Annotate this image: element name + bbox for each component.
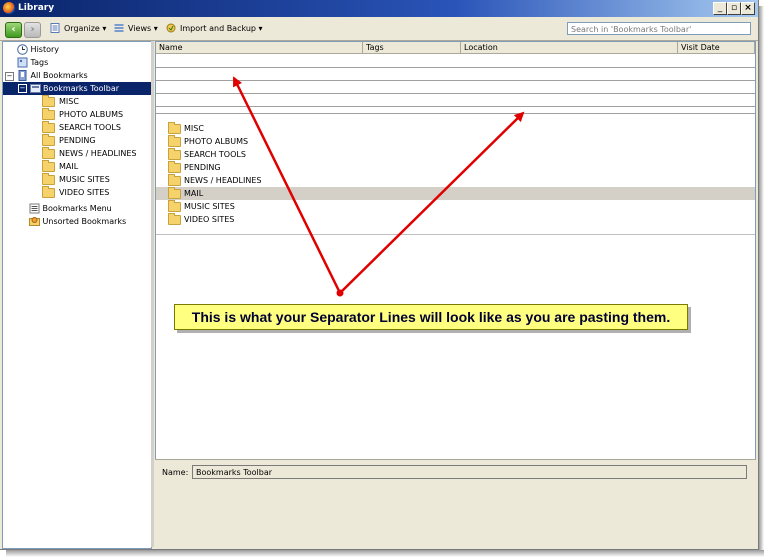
row-name: MAIL [184,189,204,198]
menu-icon [29,203,40,214]
organize-menu[interactable]: Organize ▾ [64,24,106,33]
back-button[interactable]: ‹ [5,22,22,38]
table-row[interactable]: MUSIC SITES [156,199,755,213]
window-shadow-right [759,6,764,555]
row-name: PENDING [184,163,221,172]
separator-row[interactable] [156,101,755,114]
folder-icon [42,133,55,146]
all-bookmarks-expander[interactable]: − [5,72,14,81]
bookmarks-toolbar-expander[interactable]: − [18,84,27,93]
column-name[interactable]: Name [156,42,363,54]
folder-icon [168,160,181,173]
search-input[interactable]: Search in 'Bookmarks Toolbar' [567,22,751,35]
row-name: VIDEO SITES [184,215,235,224]
sidebar-folder-item[interactable]: MISC [42,94,79,108]
close-button[interactable]: × [741,2,755,15]
details-pane: Name: Bookmarks Toolbar [155,459,756,548]
toolbar-folder-icon [30,84,41,93]
name-label: Name: [162,468,189,477]
organize-icon [50,23,60,33]
window-title: Library [18,3,55,13]
name-field[interactable]: Bookmarks Toolbar [192,465,747,479]
table-row[interactable]: MAIL [156,186,755,200]
annotation-callout: This is what your Separator Lines will l… [174,304,688,330]
table-row[interactable]: PHOTO ALBUMS [156,134,755,148]
table-row[interactable]: NEWS / HEADLINES [156,173,755,187]
folder-icon [168,147,181,160]
row-name: NEWS / HEADLINES [184,176,262,185]
sidebar-item-all-bookmarks[interactable]: All Bookmarks [17,69,88,82]
firefox-icon [3,2,15,14]
folder-icon [168,186,181,199]
sidebar-folder-item[interactable]: MAIL [42,159,79,173]
library-window: Library _ ▫ × ‹ › Organize ▾ Views ▾ Imp… [0,0,759,550]
column-tags[interactable]: Tags [363,42,461,54]
bookmarks-list[interactable]: Name Tags Location Visit Date MISC PHOTO … [155,41,756,460]
folder-icon [42,94,55,107]
folder-icon [168,121,181,134]
sidebar-folder-label: PENDING [59,136,96,145]
folder-icon [168,134,181,147]
sidebar-item-unsorted-bookmarks[interactable]: Unsorted Bookmarks [29,215,126,228]
separator-row[interactable] [156,81,755,94]
folder-icon [168,173,181,186]
row-name: MUSIC SITES [184,202,235,211]
sidebar-folder-label: MISC [59,97,79,106]
row-name: SEARCH TOOLS [184,150,246,159]
sidebar-folder-label: MUSIC SITES [59,175,110,184]
folder-icon [42,107,55,120]
sidebar-folder-item[interactable]: NEWS / HEADLINES [42,146,137,160]
views-icon [114,24,124,32]
sidebar-item-history[interactable]: History [17,43,59,56]
list-end-divider [156,234,755,235]
folder-icon [42,159,55,172]
title-bar[interactable]: Library _ ▫ × [0,0,758,17]
sidebar-folder-item[interactable]: SEARCH TOOLS [42,120,121,134]
folder-icon [42,146,55,159]
sidebar-folder-item[interactable]: MUSIC SITES [42,172,110,186]
sidebar-folder-label: VIDEO SITES [59,188,110,197]
import-backup-menu[interactable]: Import and Backup ▾ [180,24,263,33]
folder-icon [42,185,55,198]
window-shadow-bottom [6,550,764,557]
sidebar-folder-item[interactable]: PENDING [42,133,96,147]
table-row[interactable]: VIDEO SITES [156,212,755,226]
folder-icon [42,120,55,133]
views-menu[interactable]: Views ▾ [128,24,158,33]
folder-icon [168,212,181,225]
sidebar-folder-label: PHOTO ALBUMS [59,110,124,119]
clock-icon [17,44,28,55]
unsorted-bookmarks-icon [29,217,40,226]
sidebar-item-bookmarks-menu[interactable]: Bookmarks Menu [29,202,112,215]
row-name: MISC [184,124,204,133]
forward-button[interactable]: › [24,22,41,38]
sidebar-tree[interactable]: History Tags − All Bookmarks − Bookmarks… [2,41,152,549]
folder-icon [42,172,55,185]
column-visit-date[interactable]: Visit Date [678,42,755,54]
maximize-button[interactable]: ▫ [727,2,741,15]
pane-splitter[interactable] [151,41,154,547]
separator-row[interactable] [156,55,755,68]
row-name: PHOTO ALBUMS [184,137,249,146]
sidebar-item-bookmarks-toolbar[interactable]: − Bookmarks Toolbar [3,82,151,95]
folder-icon [168,199,181,212]
sidebar-folder-item[interactable]: PHOTO ALBUMS [42,107,124,121]
tag-icon [17,57,28,68]
sidebar-folder-label: NEWS / HEADLINES [59,149,137,158]
sidebar-folder-item[interactable]: VIDEO SITES [42,185,110,199]
sidebar-folder-label: SEARCH TOOLS [59,123,121,132]
table-row[interactable]: PENDING [156,160,755,174]
table-row[interactable]: MISC [156,121,755,135]
sidebar-folder-label: MAIL [59,162,79,171]
sidebar-item-tags[interactable]: Tags [17,56,48,69]
minimize-button[interactable]: _ [713,2,727,15]
import-backup-icon [166,23,176,33]
table-row[interactable]: SEARCH TOOLS [156,147,755,161]
column-location[interactable]: Location [461,42,678,54]
separator-row[interactable] [156,68,755,81]
bookmarks-icon [18,70,27,81]
